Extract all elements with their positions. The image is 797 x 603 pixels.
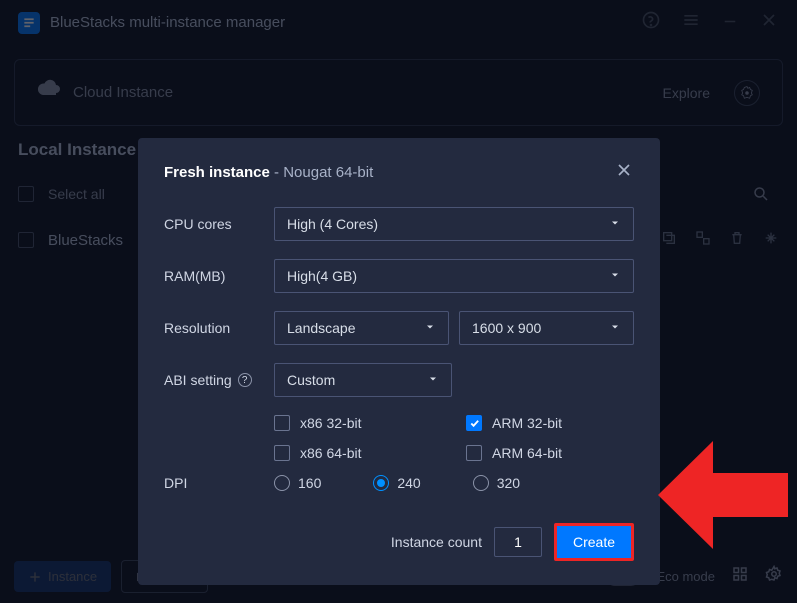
explore-link[interactable]: Explore [663,85,710,101]
chevron-down-icon [427,372,439,388]
instance-count-label: Instance count [391,534,482,550]
chevron-down-icon [609,268,621,284]
window-title: BlueStacks multi-instance manager [50,14,631,31]
abi-label: ABI setting ? [164,372,274,388]
grid-icon[interactable] [731,565,749,588]
row-checkbox[interactable] [18,232,34,248]
menu-icon[interactable] [681,10,701,35]
new-instance-button[interactable]: Instance [14,561,111,592]
cpu-label: CPU cores [164,216,274,232]
close-icon[interactable] [614,160,634,185]
dpi-160-radio[interactable]: 160 [274,475,321,491]
orientation-select[interactable]: Landscape [274,311,449,345]
delete-icon[interactable] [729,230,745,250]
dpi-320-radio[interactable]: 320 [473,475,520,491]
arm-64bit-checkbox[interactable]: ARM 64-bit [466,445,596,461]
minimize-icon[interactable] [721,11,739,34]
help-icon[interactable] [641,10,661,35]
fresh-instance-dialog: Fresh instance - Nougat 64-bit CPU cores… [138,138,660,585]
dpi-240-radio[interactable]: 240 [373,475,420,491]
instance-name: BlueStacks [48,232,123,249]
ram-select[interactable]: High(4 GB) [274,259,634,293]
dialog-title: Fresh instance - Nougat 64-bit [164,164,373,181]
settings-icon[interactable] [765,565,783,588]
close-icon[interactable] [759,10,779,35]
search-icon[interactable] [743,176,779,212]
x86-64bit-checkbox[interactable]: x86 64-bit [274,445,404,461]
help-icon[interactable]: ? [238,373,252,387]
abi-select[interactable]: Custom [274,363,452,397]
resolution-select[interactable]: 1600 x 900 [459,311,634,345]
action-icon[interactable] [695,230,711,250]
cloud-instance-bar: Cloud Instance Explore [14,59,783,126]
chevron-down-icon [424,320,436,336]
instance-count-input[interactable] [494,527,542,557]
create-button[interactable]: Create [554,523,634,561]
select-all-checkbox[interactable] [18,186,34,202]
chevron-down-icon [609,320,621,336]
action-icon[interactable] [763,230,779,250]
eco-mode-label: Eco mode [656,569,715,584]
cloud-settings-icon[interactable] [734,80,760,106]
cloud-icon [37,78,61,107]
chevron-down-icon [609,216,621,232]
select-all-label: Select all [48,186,105,202]
x86-32bit-checkbox[interactable]: x86 32-bit [274,415,404,431]
cpu-cores-select[interactable]: High (4 Cores) [274,207,634,241]
ram-label: RAM(MB) [164,268,274,284]
action-icon[interactable] [661,230,677,250]
dpi-label: DPI [164,475,274,491]
resolution-label: Resolution [164,320,274,336]
arm-32bit-checkbox[interactable]: ARM 32-bit [466,415,596,431]
cloud-instance-label: Cloud Instance [73,84,173,101]
app-logo [18,12,40,34]
